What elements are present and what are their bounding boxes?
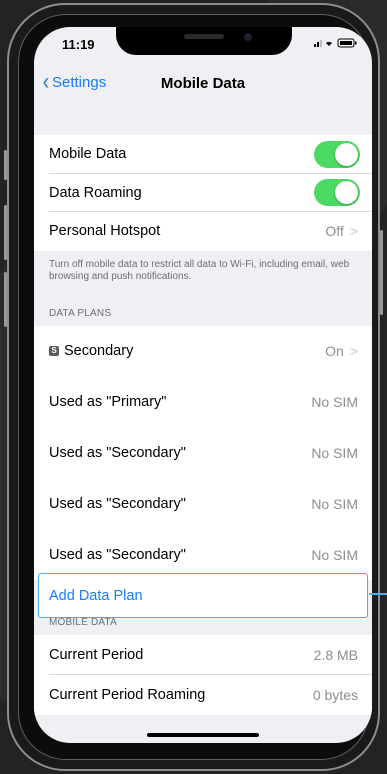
- notch: [116, 27, 292, 55]
- row-value: No SIM: [311, 495, 358, 512]
- side-button: [380, 230, 383, 315]
- data-plans-group: S Secondary On > Used as "Primary" No SI…: [34, 326, 372, 580]
- plan-status: On: [325, 343, 344, 359]
- status-icons: [314, 37, 358, 51]
- row-value: No SIM: [311, 444, 358, 461]
- chevron-right-icon: >: [349, 343, 358, 359]
- signal-wifi-battery-icon: [314, 38, 357, 48]
- side-button: [4, 205, 7, 260]
- sim-icon: S: [49, 346, 59, 356]
- page-title: Mobile Data: [160, 75, 246, 92]
- data-roaming-toggle[interactable]: [314, 179, 360, 207]
- mobile-data-group: Current Period 2.8 MB Current Period Roa…: [34, 635, 372, 715]
- speaker: [184, 34, 224, 39]
- current-period-roaming-row: Current Period Roaming 0 bytes: [34, 675, 372, 715]
- row-value: On >: [325, 343, 358, 359]
- screen: 11:19 ‹ Settings Mobile Data Mobile Data…: [34, 27, 372, 743]
- row-label: Used as "Secondary": [49, 444, 186, 461]
- row-label: Personal Hotspot: [49, 223, 161, 240]
- row-value: No SIM: [311, 546, 358, 563]
- mobile-data-row: Mobile Data: [34, 135, 372, 174]
- row-label: Mobile Data: [49, 146, 127, 163]
- highlight-pointer: [369, 593, 387, 595]
- plan-row[interactable]: Used as "Secondary" No SIM: [34, 427, 372, 478]
- row-value: Off >: [325, 223, 358, 239]
- toggle-knob: [335, 181, 358, 205]
- navigation-bar: ‹ Settings Mobile Data: [34, 65, 372, 105]
- secondary-plan-row[interactable]: S Secondary On >: [34, 326, 372, 376]
- row-label: Used as "Primary": [49, 393, 167, 410]
- hotspot-value: Off: [325, 223, 344, 240]
- plan-row[interactable]: Used as "Primary" No SIM: [34, 376, 372, 427]
- status-time: 11:19: [62, 37, 95, 52]
- row-label: Used as "Secondary": [49, 495, 186, 512]
- data-plans-header: DATA PLANS: [49, 308, 112, 319]
- mobile-data-toggle[interactable]: [314, 140, 360, 168]
- personal-hotspot-row[interactable]: Personal Hotspot Off >: [34, 212, 372, 251]
- cellular-footnote: Turn off mobile data to restrict all dat…: [49, 259, 350, 282]
- current-period-row: Current Period 2.8 MB: [34, 635, 372, 675]
- row-label: Current Period Roaming: [49, 687, 206, 703]
- home-indicator[interactable]: [147, 733, 259, 737]
- side-button: [4, 272, 7, 327]
- camera: [244, 33, 252, 41]
- plan-row[interactable]: Used as "Secondary" No SIM: [34, 478, 372, 529]
- cellular-group: Mobile Data Data Roaming Personal Hotspo…: [34, 135, 372, 251]
- chevron-right-icon: >: [349, 223, 358, 240]
- data-roaming-row: Data Roaming: [34, 174, 372, 212]
- side-button: [4, 150, 7, 180]
- row-value: 2.8 MB: [313, 647, 358, 663]
- toggle-knob: [335, 142, 358, 166]
- add-data-plan-button[interactable]: Add Data Plan: [38, 573, 368, 618]
- row-value: No SIM: [311, 393, 358, 410]
- row-label: Current Period: [49, 647, 144, 663]
- mobile-data-header: MOBILE DATA: [49, 617, 117, 628]
- row-value: 0 bytes: [312, 687, 358, 703]
- row-label: Used as "Secondary": [49, 546, 186, 563]
- row-label: Data Roaming: [49, 184, 142, 201]
- row-label: Secondary: [64, 343, 134, 359]
